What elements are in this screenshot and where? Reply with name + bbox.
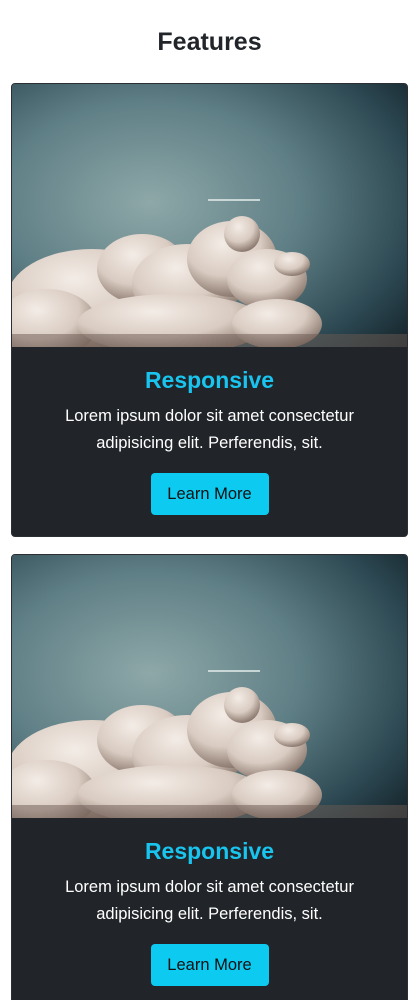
card-text: Lorem ipsum dolor sit amet consectetur a… xyxy=(65,407,354,452)
page: Features Responsive Lorem ipsum dolor si… xyxy=(0,0,419,1000)
card-title: Responsive xyxy=(144,367,275,393)
feature-card: Responsive Lorem ipsum dolor sit amet co… xyxy=(11,83,408,537)
card-text: Lorem ipsum dolor sit amet consectetur a… xyxy=(65,878,354,923)
clouds-image xyxy=(12,84,407,347)
card-body: Responsive Lorem ipsum dolor sit amet co… xyxy=(12,818,407,986)
card-title: Responsive xyxy=(144,838,275,864)
learn-more-button[interactable]: Learn More xyxy=(150,944,269,986)
clouds-image xyxy=(12,555,407,818)
feature-card: Responsive Lorem ipsum dolor sit amet co… xyxy=(11,554,408,1000)
learn-more-button[interactable]: Learn More xyxy=(150,473,269,515)
card-image xyxy=(12,555,407,818)
card-body: Responsive Lorem ipsum dolor sit amet co… xyxy=(12,347,407,515)
section-title: Features xyxy=(157,28,262,56)
card-image xyxy=(12,84,407,347)
